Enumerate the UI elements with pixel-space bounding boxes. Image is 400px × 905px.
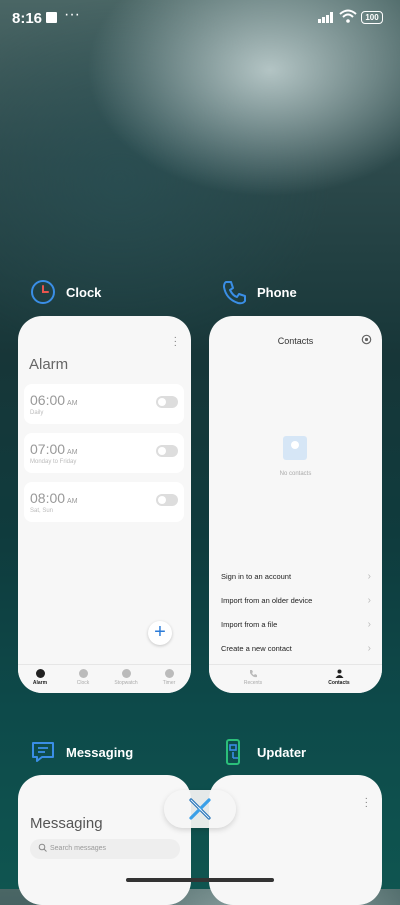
- app-name-phone: Phone: [257, 284, 297, 300]
- empty-contacts-text: No contacts: [279, 471, 312, 477]
- app-name-clock: Clock: [66, 284, 102, 300]
- tab-stopwatch: Stopwatch: [106, 669, 146, 686]
- more-options-icon: · · ·: [364, 793, 368, 812]
- create-contact-item: Create a new contact ›: [221, 643, 371, 654]
- chevron-right-icon: ›: [367, 595, 371, 606]
- search-placeholder: Search messages: [50, 845, 107, 852]
- close-all-icon: [189, 798, 211, 820]
- home-indicator[interactable]: [126, 878, 274, 882]
- tab-contacts: Contacts: [319, 669, 359, 686]
- phone-icon: [223, 281, 246, 305]
- more-notifications-icon: ···: [64, 6, 80, 23]
- notification-icon: [46, 12, 57, 23]
- app-header-clock[interactable]: Clock: [30, 279, 101, 305]
- recent-card-updater[interactable]: · · ·: [209, 775, 382, 905]
- chevron-right-icon: ›: [367, 643, 371, 654]
- messaging-title: Messaging: [30, 815, 103, 832]
- app-header-messaging[interactable]: Messaging: [30, 739, 133, 765]
- alarm-item: 08:00 AM Sat, Sun: [24, 482, 184, 522]
- alarm-toggle: [156, 494, 178, 506]
- clear-all-button[interactable]: [164, 790, 236, 828]
- alarm-toggle: [156, 396, 178, 408]
- chevron-right-icon: ›: [367, 619, 371, 630]
- search-icon: [38, 843, 47, 852]
- tab-alarm: Alarm: [20, 669, 60, 686]
- alarm-toggle: [156, 445, 178, 457]
- status-time: 8:16: [12, 10, 43, 27]
- recent-card-clock[interactable]: · · · Alarm 06:00 AM Daily 07:00 AM Monday t…: [18, 316, 191, 693]
- search-messages-field: Search messages: [30, 839, 180, 859]
- status-bar: 8:16 ··· 100: [0, 0, 400, 36]
- alarm-item: 07:00 AM Monday to Friday: [24, 433, 184, 473]
- phone-bottom-tabs: Recents Contacts: [209, 664, 382, 693]
- contacts-title: Contacts: [277, 336, 314, 346]
- sign-in-account-item: Sign in to an account ›: [221, 571, 371, 582]
- alarm-item: 06:00 AM Daily: [24, 384, 184, 424]
- app-header-phone[interactable]: Phone: [221, 279, 297, 305]
- more-options-icon: · · ·: [173, 332, 177, 351]
- recent-card-phone[interactable]: Contacts No contacts Sign in to an accou…: [209, 316, 382, 693]
- app-header-updater[interactable]: Updater: [221, 739, 306, 765]
- tab-clock: Clock: [63, 669, 103, 686]
- add-alarm-icon: +: [148, 621, 172, 645]
- tab-timer: Timer: [149, 669, 189, 686]
- messaging-icon: [32, 742, 54, 762]
- app-name-messaging: Messaging: [66, 744, 134, 760]
- empty-contacts-icon: [283, 436, 307, 460]
- tab-recents: Recents: [233, 669, 273, 686]
- signal-icon: [318, 12, 333, 23]
- import-file-item: Import from a file ›: [221, 619, 371, 630]
- wifi-icon: [339, 9, 357, 23]
- clock-icon: [31, 280, 55, 304]
- updater-icon: [226, 739, 240, 765]
- recent-card-messaging[interactable]: Messaging Search messages: [18, 775, 191, 905]
- battery-icon: 100: [361, 11, 383, 24]
- alarm-title: Alarm: [29, 356, 69, 373]
- app-name-updater: Updater: [257, 744, 307, 760]
- recents-phone-icon: [249, 670, 257, 678]
- clock-bottom-tabs: Alarm Clock Stopwatch Timer: [18, 664, 191, 693]
- settings-icon: [361, 334, 372, 345]
- chevron-right-icon: ›: [367, 571, 371, 582]
- import-older-device-item: Import from an older device ›: [221, 595, 371, 606]
- contacts-person-icon: [335, 669, 343, 678]
